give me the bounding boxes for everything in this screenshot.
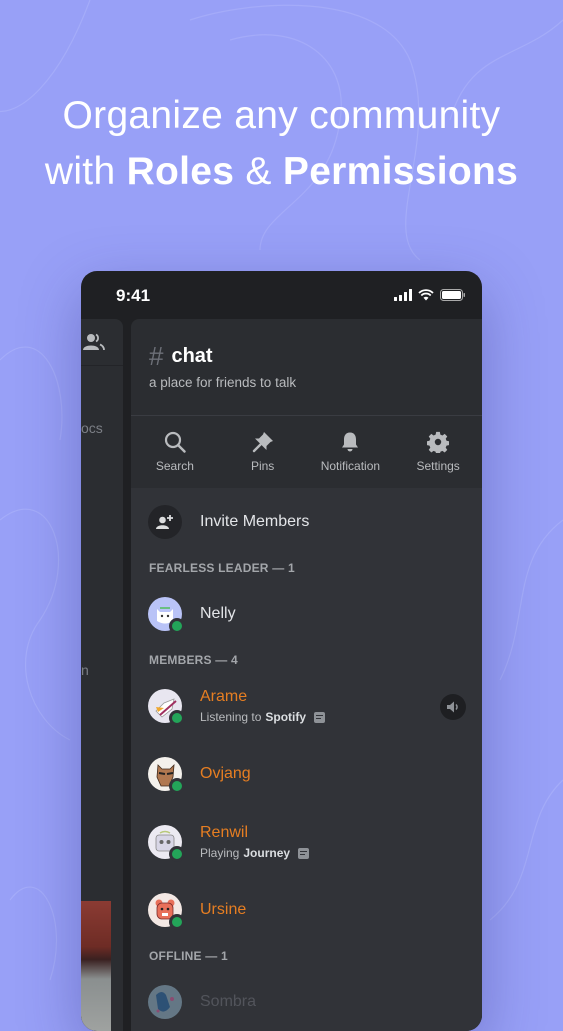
avatar	[148, 893, 185, 930]
headline-permissions: Permissions	[282, 150, 519, 193]
rich-presence-icon	[298, 847, 310, 859]
online-status-indicator	[169, 618, 185, 634]
activity-prefix: Listening to	[200, 710, 262, 724]
signal-icon	[394, 289, 412, 301]
member-name: Sombra	[200, 993, 257, 1010]
member-activity: Playing Journey	[200, 846, 310, 860]
hashtag-icon: #	[149, 341, 164, 371]
activity-name: Spotify	[265, 710, 307, 724]
channel-header: # chat a place for friends to talk	[131, 319, 482, 416]
member-text: Ursine	[200, 901, 246, 919]
server-sidebar-partial: ocs n	[81, 319, 123, 1031]
online-status-indicator	[169, 846, 185, 862]
channel-name-row: # chat	[149, 341, 213, 372]
member-text: Ovjang	[200, 765, 251, 783]
pins-button[interactable]: Pins	[219, 416, 307, 488]
member-text: Arame Listening to Spotify	[200, 688, 326, 724]
search-button[interactable]: Search	[131, 416, 219, 488]
search-label: Search	[155, 459, 194, 473]
member-text: Nelly	[200, 605, 236, 623]
online-status-indicator	[169, 914, 185, 930]
avatar	[148, 689, 185, 726]
status-time: 9:41	[116, 286, 151, 305]
gear-icon	[427, 431, 450, 453]
member-name: Nelly	[200, 605, 236, 622]
headline-line-1: Organize any community	[62, 94, 501, 137]
invite-members-button[interactable]: Invite Members	[131, 488, 482, 556]
map-avatar-icon	[156, 992, 174, 1013]
member-activity: Listening to Spotify	[200, 710, 326, 724]
section-header: MEMBERS — 4	[149, 653, 238, 667]
section-header: FEARLESS LEADER — 1	[149, 561, 295, 575]
status-bar: 9:41	[81, 271, 482, 319]
voice-status-button[interactable]	[440, 694, 466, 720]
avatar	[148, 985, 182, 1019]
invite-icon-circle	[148, 505, 182, 539]
speaker-icon	[447, 701, 458, 713]
search-icon	[164, 431, 186, 453]
headline-amp: &	[234, 150, 283, 193]
member-name: Arame	[200, 688, 248, 705]
avatar	[148, 825, 185, 862]
headline-line-2: with Roles & Permissions	[0, 144, 563, 200]
avatar	[148, 757, 185, 794]
member-item[interactable]: Nelly	[131, 580, 482, 648]
member-name: Renwil	[200, 824, 249, 841]
rich-presence-icon	[314, 711, 326, 723]
member-item[interactable]: Renwil Playing Journey	[131, 808, 482, 876]
pin-icon	[252, 432, 273, 453]
activity-name: Journey	[243, 846, 291, 860]
member-text: Renwil Playing Journey	[200, 824, 310, 860]
battery-icon	[440, 289, 465, 301]
member-name: Ursine	[200, 901, 247, 918]
channel-toolbar: Search Pins Notification Settings	[131, 416, 482, 488]
pins-label: Pins	[250, 459, 275, 473]
add-user-icon	[156, 515, 173, 529]
settings-label: Settings	[416, 459, 460, 473]
channel-panel: # chat a place for friends to talk Searc…	[131, 319, 482, 1031]
invite-members-label: Invite Members	[200, 513, 310, 530]
section-header: OFFLINE — 1	[149, 949, 228, 963]
avatar	[148, 597, 185, 634]
member-item[interactable]: Ovjang	[131, 740, 482, 808]
notification-label: Notification	[320, 459, 381, 473]
headline-roles: Roles	[126, 150, 235, 193]
wifi-icon	[418, 289, 434, 301]
notification-button[interactable]: Notification	[307, 416, 395, 488]
bell-icon	[342, 432, 359, 452]
promo-headline: Organize any community with Roles & Perm…	[0, 88, 563, 200]
online-status-indicator	[169, 710, 185, 726]
left-panel-header	[81, 319, 123, 366]
status-icons	[394, 289, 466, 301]
member-text: Sombra	[200, 993, 256, 1011]
image-preview-partial	[81, 901, 111, 1031]
channel-partial-label[interactable]: n	[81, 662, 89, 678]
member-name: Ovjang	[200, 765, 251, 782]
phone-frame: 9:41 ocs n # chat a place for friends to…	[81, 271, 482, 1031]
member-item[interactable]: Arame Listening to Spotify	[131, 672, 482, 740]
channel-title: chat	[171, 345, 213, 367]
activity-prefix: Playing	[200, 846, 240, 860]
member-list: Invite Members FEARLESS LEADER — 1 Nelly…	[131, 488, 482, 1031]
settings-button[interactable]: Settings	[394, 416, 482, 488]
members-icon[interactable]	[83, 332, 105, 352]
channel-topic: a place for friends to talk	[149, 375, 297, 390]
channel-partial-label[interactable]: ocs	[81, 420, 103, 436]
member-item[interactable]: Ursine	[131, 876, 482, 944]
headline-prefix: with	[44, 150, 127, 193]
online-status-indicator	[169, 778, 185, 794]
